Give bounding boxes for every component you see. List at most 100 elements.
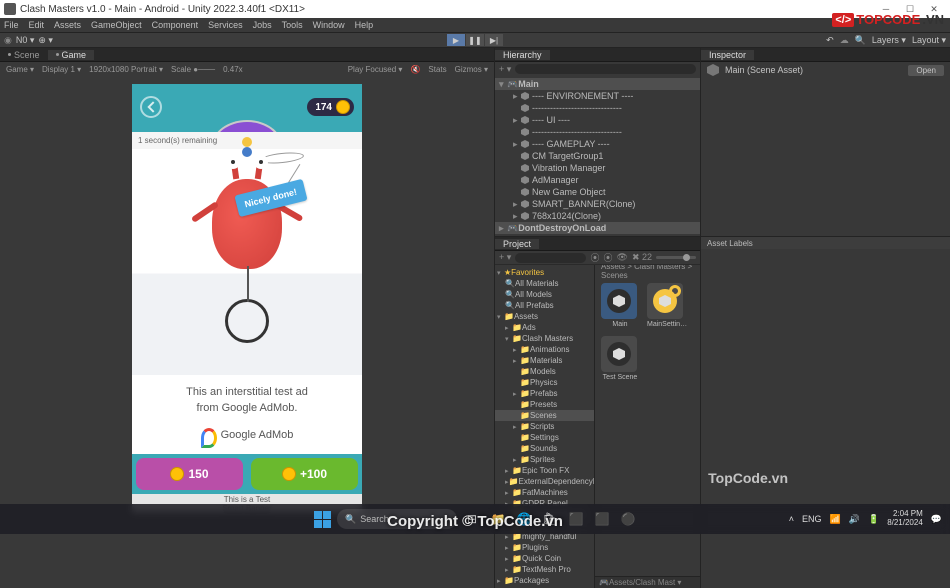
assets-header[interactable]: ▾📁 Assets [495,311,594,322]
scale-slider-label[interactable]: Scale ●─── [171,65,215,74]
thumbnail-size-slider[interactable] [656,256,696,259]
hierarchy-item[interactable]: Vibration Manager [495,162,700,174]
favorite-item[interactable]: 🔍 All Materials [495,278,594,289]
layout-dropdown[interactable]: Layout ▾ [912,35,946,46]
hierarchy-item[interactable]: ------------------------------ [495,102,700,114]
folder-item[interactable]: ▸📁 Sprites [495,454,594,465]
tab-scene[interactable]: Scene [0,50,48,60]
menu-component[interactable]: Component [152,20,199,30]
hierarchy-item[interactable]: ▸---- GAMEPLAY ---- [495,138,700,150]
folder-item[interactable]: ▸📁 Epic Toon FX [495,465,594,476]
folder-item[interactable]: ▸📁 Animations [495,344,594,355]
scene-main[interactable]: ▾🎮 Main [495,78,700,90]
scene-dontdestroy[interactable]: ▸🎮 DontDestroyOnLoad [495,222,700,234]
play-button[interactable]: ▶ [447,34,465,46]
hierarchy-item[interactable]: AdManager [495,174,700,186]
pause-button[interactable]: ❚❚ [466,34,484,46]
tray-wifi-icon[interactable]: 📶 [830,514,841,525]
unity-editor-icon[interactable]: ⬛ [591,508,613,530]
tray-chevron-icon[interactable]: ˄ [789,514,794,524]
play-focused-dropdown[interactable]: Play Focused ▾ [348,65,403,74]
menu-services[interactable]: Services [208,20,243,30]
obs-icon[interactable]: ⚫ [617,508,639,530]
folder-item[interactable]: 📁 Physics [495,377,594,388]
folder-item[interactable]: ▸📁 ExternalDependencyManag [495,476,594,487]
menu-help[interactable]: Help [355,20,374,30]
step-button[interactable]: ▶| [485,34,503,46]
undo-history-icon[interactable]: ↶ [826,35,834,46]
hierarchy-item[interactable]: ▸---- UI ---- [495,114,700,126]
mute-icon[interactable]: 🔇 [410,65,420,74]
start-button[interactable] [311,508,333,530]
menu-file[interactable]: File [4,20,19,30]
asset-thumb[interactable]: Main [601,283,639,328]
search-by-type-icon[interactable]: ⦿ [590,251,599,264]
folder-item[interactable]: ▾📁 Clash Masters [495,333,594,344]
tray-language[interactable]: ENG [802,514,822,524]
hierarchy-item[interactable]: ▸768x1024(Clone) [495,210,700,222]
open-button[interactable]: Open [908,65,944,76]
taskbar-clock[interactable]: 2:04 PM 8/21/2024 [887,510,923,528]
hierarchy-item[interactable]: ▸---- ENVIRONEMENT ---- [495,90,700,102]
menu-gameobject[interactable]: GameObject [91,20,142,30]
resolution-dropdown[interactable]: 1920x1080 Portrait ▾ [89,65,163,74]
unity-hub-icon[interactable]: ⬛ [565,508,587,530]
green-reward-button[interactable]: +100 [251,458,358,490]
gizmos-dropdown[interactable]: Gizmos ▾ [455,65,488,74]
favorite-item[interactable]: 🔍 All Prefabs [495,300,594,311]
toolbar-add-dropdown[interactable]: ⊕ ▾ [38,35,53,46]
folder-item[interactable]: 📁 Presets [495,399,594,410]
tab-inspector[interactable]: Inspector [701,50,754,60]
search-icon[interactable]: 🔍 [855,35,866,46]
asset-thumb[interactable]: Test Scene [601,336,639,381]
stats-button[interactable]: Stats [428,65,446,74]
folder-item[interactable]: ▸📁 Materials [495,355,594,366]
hierarchy-item[interactable]: ------------------------------ [495,126,700,138]
folder-item[interactable]: ▸📁 Plugins [495,542,594,553]
hidden-packages-icon[interactable]: 👁 [617,252,628,263]
display-dropdown[interactable]: Display 1 ▾ [42,65,81,74]
folder-item[interactable]: ▸📁 Scripts [495,421,594,432]
menu-jobs[interactable]: Jobs [253,20,272,30]
folder-item[interactable]: ▸📁 Prefabs [495,388,594,399]
hierarchy-item[interactable]: CM TargetGroup1 [495,150,700,162]
folder-item[interactable]: 📁 Sounds [495,443,594,454]
tray-battery-icon[interactable]: 🔋 [868,514,879,525]
cloud-icon[interactable]: ☁ [840,35,849,46]
folder-item[interactable]: ▸📁 Ads [495,322,594,333]
folder-item-selected[interactable]: 📁 Scenes [495,410,594,421]
packages-header[interactable]: ▸📁 Packages [495,575,594,586]
notifications-icon[interactable]: 💬 [931,514,942,525]
hierarchy-item[interactable]: ▸SMART_BANNER(Clone) [495,198,700,210]
menu-tools[interactable]: Tools [282,20,303,30]
create-dropdown[interactable]: + ▾ [499,64,511,75]
account-icon[interactable]: ◉ [4,35,12,46]
tab-project[interactable]: Project [495,239,539,249]
layers-dropdown[interactable]: Layers ▾ [872,35,906,46]
folder-item[interactable]: ▸📁 TextMesh Pro [495,564,594,575]
project-create-dropdown[interactable]: + ▾ [499,252,511,263]
search-by-label-icon[interactable]: ⦿ [603,251,612,264]
hierarchy-item[interactable]: New Game Object [495,186,700,198]
tab-hierarchy[interactable]: Hierarchy [495,50,550,60]
folder-item[interactable]: 📁 Models [495,366,594,377]
breadcrumb[interactable]: Assets > Clash Masters > Scenes [595,265,700,277]
menu-edit[interactable]: Edit [29,20,45,30]
project-search[interactable] [515,253,586,263]
menu-assets[interactable]: Assets [54,20,81,30]
favorites-header[interactable]: ▾★ Favorites [495,267,594,278]
menu-window[interactable]: Window [313,20,345,30]
tab-game[interactable]: Game [48,50,95,60]
folder-item[interactable]: 📁 Settings [495,432,594,443]
back-button[interactable] [140,96,162,118]
toolbar-no-dropdown[interactable]: N0 ▾ [16,35,35,46]
asset-thumb[interactable]: MainSettin… [647,283,685,328]
folder-item[interactable]: ▸📁 Quick Coin [495,553,594,564]
game-view[interactable]: 174 1 second(s) remaining [0,76,494,500]
game-dropdown[interactable]: Game ▾ [6,65,34,74]
hierarchy-search[interactable] [515,64,696,74]
favorite-item[interactable]: 🔍 All Models [495,289,594,300]
purple-buy-button[interactable]: 150 [136,458,243,490]
folder-item[interactable]: ▸📁 FatMachines [495,487,594,498]
tray-volume-icon[interactable]: 🔊 [849,514,860,525]
